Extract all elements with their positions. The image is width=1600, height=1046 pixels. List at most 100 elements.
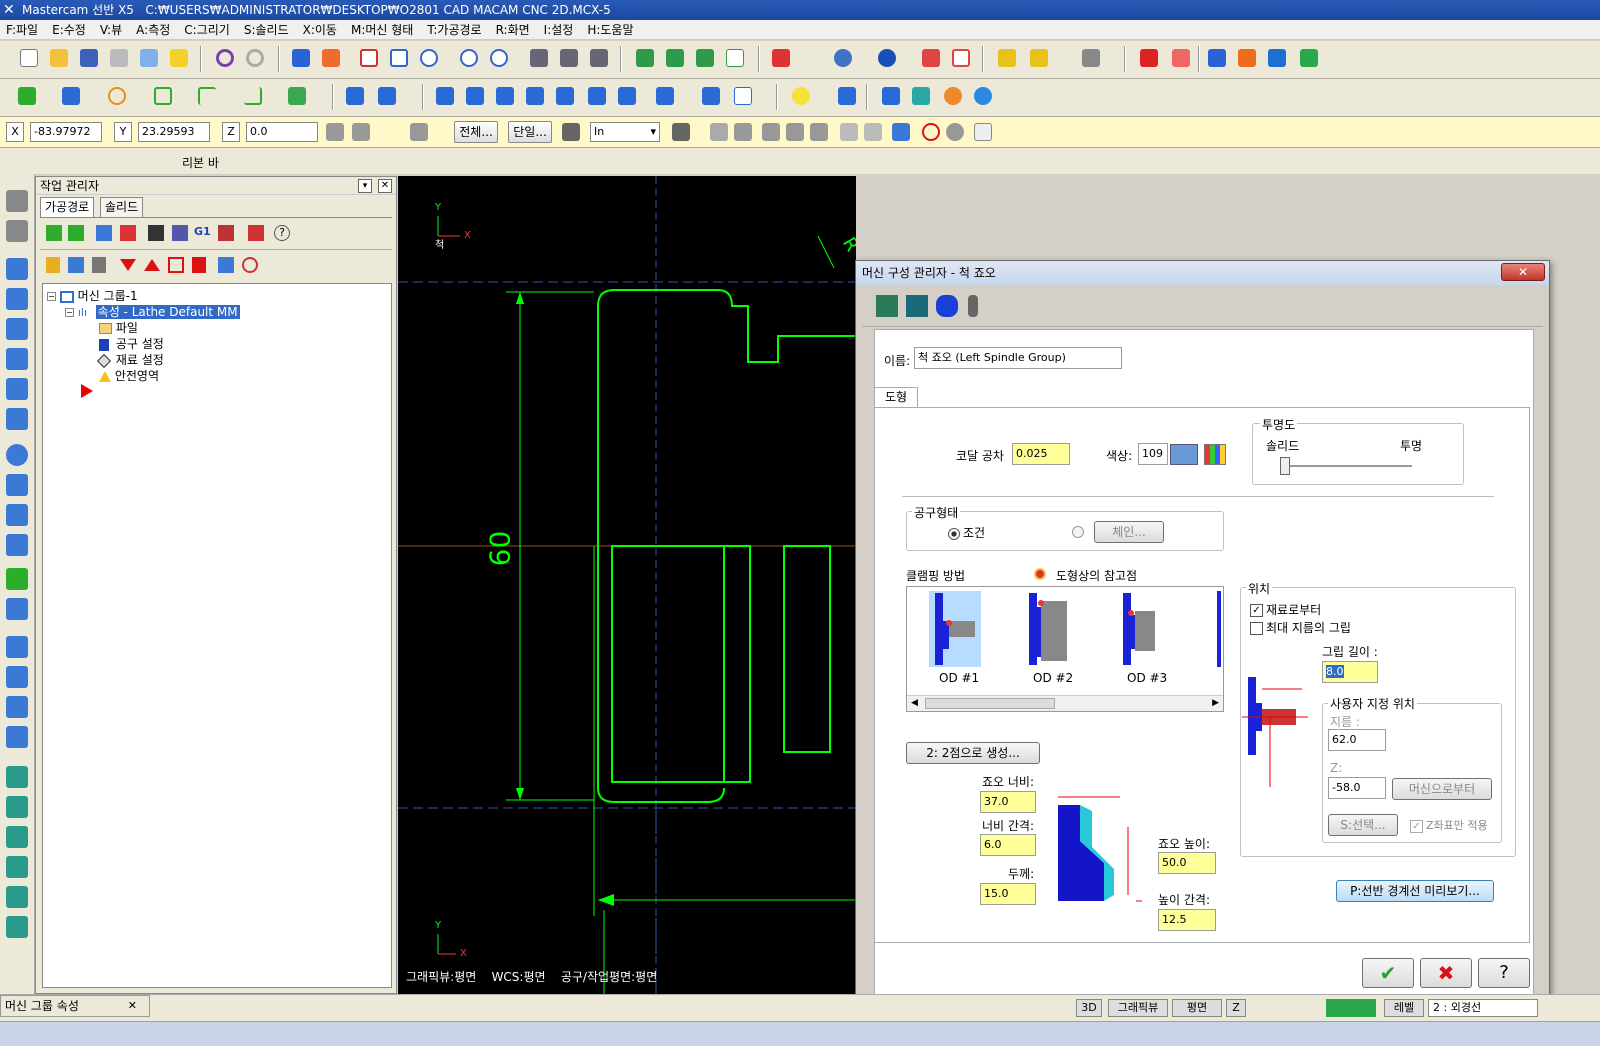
- diameter-field[interactable]: 62.0: [1328, 729, 1386, 751]
- tree-properties[interactable]: − ılı 속성 - Lathe Default MM: [65, 304, 240, 320]
- lathe-spring-icon[interactable]: [6, 534, 28, 556]
- move-down-icon[interactable]: [120, 259, 136, 271]
- z-coordinate-field[interactable]: 0.0: [246, 122, 318, 142]
- unzoom-icon[interactable]: [416, 45, 442, 71]
- post-g1-icon[interactable]: G1: [194, 225, 214, 241]
- mill-contour-icon[interactable]: [6, 696, 28, 718]
- xform3-icon[interactable]: [492, 83, 518, 109]
- cancel-button[interactable]: ✖: [1420, 958, 1472, 988]
- tree-item-files[interactable]: 파일: [99, 320, 138, 336]
- thickness-field[interactable]: 15.0: [980, 883, 1036, 905]
- color-field[interactable]: 109: [1138, 443, 1168, 465]
- spindle-icon[interactable]: [906, 295, 928, 317]
- circle-icon[interactable]: [942, 119, 968, 145]
- scroll-icon[interactable]: [192, 257, 206, 273]
- lathe-thread-icon[interactable]: [6, 378, 28, 400]
- select-all-icon[interactable]: [46, 225, 62, 241]
- mask5-icon[interactable]: [836, 119, 862, 145]
- menu-solids[interactable]: S:솔리드: [238, 20, 297, 40]
- verify-icon[interactable]: [172, 225, 188, 241]
- max-dia-checkbox[interactable]: 최대 지름의 그립: [1250, 619, 1351, 636]
- line-icon[interactable]: [58, 83, 84, 109]
- jaw-width-field[interactable]: 37.0: [980, 791, 1036, 813]
- menu-screen[interactable]: R:화면: [490, 20, 538, 40]
- lathe-canned-icon[interactable]: [6, 474, 28, 496]
- width-gap-field[interactable]: 6.0: [980, 834, 1036, 856]
- radio-param[interactable]: 조건: [948, 524, 985, 541]
- z-only-checkbox[interactable]: ✓ Z좌표만 적용: [1410, 817, 1488, 833]
- select-single-button[interactable]: 단일...: [508, 121, 552, 143]
- mill-3d-icon[interactable]: [6, 726, 28, 748]
- menu-file[interactable]: F:파일: [0, 20, 46, 40]
- sync-icon[interactable]: [1204, 45, 1230, 71]
- warning-icon[interactable]: [968, 295, 978, 317]
- new-file-icon[interactable]: [16, 45, 42, 71]
- cube-top-icon[interactable]: [662, 45, 688, 71]
- save-icon[interactable]: [76, 45, 102, 71]
- cube-iso-icon[interactable]: [632, 45, 658, 71]
- chart-icon[interactable]: [1168, 45, 1194, 71]
- window-icon[interactable]: [730, 83, 756, 109]
- zoom-window-icon[interactable]: [356, 45, 382, 71]
- gview-button[interactable]: 그래픽뷰: [1108, 999, 1168, 1017]
- 3d-toggle[interactable]: 3D: [1076, 999, 1102, 1017]
- target-icon[interactable]: [242, 257, 258, 273]
- grip-length-field[interactable]: 8.0: [1322, 661, 1378, 683]
- lathe-cutoff-icon[interactable]: [6, 408, 28, 430]
- chamfer-icon[interactable]: [240, 83, 266, 109]
- close-icon[interactable]: ✕: [1501, 263, 1545, 281]
- wizard-icon[interactable]: [166, 45, 192, 71]
- level-button[interactable]: 레벨: [1384, 999, 1424, 1017]
- surface-rough-icon[interactable]: [6, 766, 28, 788]
- menu-help[interactable]: H:도움말: [581, 20, 641, 40]
- circle-icon[interactable]: [104, 83, 130, 109]
- pan-icon[interactable]: [288, 45, 314, 71]
- preview-boundary-button[interactable]: P:선반 경계선 미리보기...: [1336, 880, 1494, 902]
- sigma-icon[interactable]: [1264, 45, 1290, 71]
- pen-icon[interactable]: [834, 83, 860, 109]
- fit-icon[interactable]: [318, 45, 344, 71]
- transparency-slider[interactable]: [1280, 457, 1290, 475]
- simulate-icon[interactable]: [970, 83, 996, 109]
- mask6-icon[interactable]: [860, 119, 886, 145]
- lock-icon[interactable]: [46, 257, 60, 273]
- close-icon[interactable]: ✕: [378, 179, 392, 193]
- post-lock-icon[interactable]: [92, 257, 106, 273]
- x-coordinate-field[interactable]: -83.97972: [30, 122, 102, 142]
- redo-icon[interactable]: [242, 45, 268, 71]
- insert-arrow-icon[interactable]: [168, 257, 184, 273]
- move-up-icon[interactable]: [144, 259, 160, 271]
- ok-button[interactable]: ✔: [1362, 958, 1414, 988]
- mill-drill-icon[interactable]: [6, 636, 28, 658]
- surface-finish-icon[interactable]: [6, 796, 28, 818]
- surface-pencil-icon[interactable]: [6, 886, 28, 908]
- solid-icon[interactable]: [6, 190, 28, 212]
- menu-edit[interactable]: E:수정: [46, 20, 94, 40]
- highfeed-icon[interactable]: [218, 225, 234, 241]
- scroll-left-icon[interactable]: ◀: [911, 698, 918, 708]
- z-field[interactable]: -58.0: [1328, 777, 1386, 799]
- xform6-icon[interactable]: [584, 83, 610, 109]
- question-icon[interactable]: ?: [274, 225, 290, 241]
- measure-icon[interactable]: [1078, 45, 1104, 71]
- globe-icon[interactable]: [830, 45, 856, 71]
- undo-icon[interactable]: [212, 45, 238, 71]
- lathe-face-icon[interactable]: [6, 258, 28, 280]
- select-arrow-icon[interactable]: [558, 119, 584, 145]
- tree-root[interactable]: − 머신 그룹-1: [47, 288, 138, 304]
- tab-geometry[interactable]: 도형: [874, 387, 918, 407]
- mill-pocket-icon[interactable]: [6, 598, 28, 620]
- color-indicator[interactable]: [1326, 999, 1376, 1017]
- cube-front-icon[interactable]: [692, 45, 718, 71]
- from-stock-checkbox[interactable]: ✓ 재료로부터: [1250, 601, 1321, 618]
- from-machine-button[interactable]: 머신으로부터: [1392, 778, 1492, 800]
- z-button[interactable]: Z: [1226, 999, 1246, 1017]
- zoom-target-icon[interactable]: [386, 45, 412, 71]
- xform8-icon[interactable]: [652, 83, 678, 109]
- cube-side-icon[interactable]: [722, 45, 748, 71]
- regen-dirty-icon[interactable]: [120, 225, 136, 241]
- select-invalid-icon[interactable]: [68, 225, 84, 241]
- menu-toolpaths[interactable]: T:가공경로: [421, 20, 489, 40]
- radio-chain[interactable]: [1072, 526, 1084, 538]
- tab-solids[interactable]: 솔리드: [100, 197, 144, 217]
